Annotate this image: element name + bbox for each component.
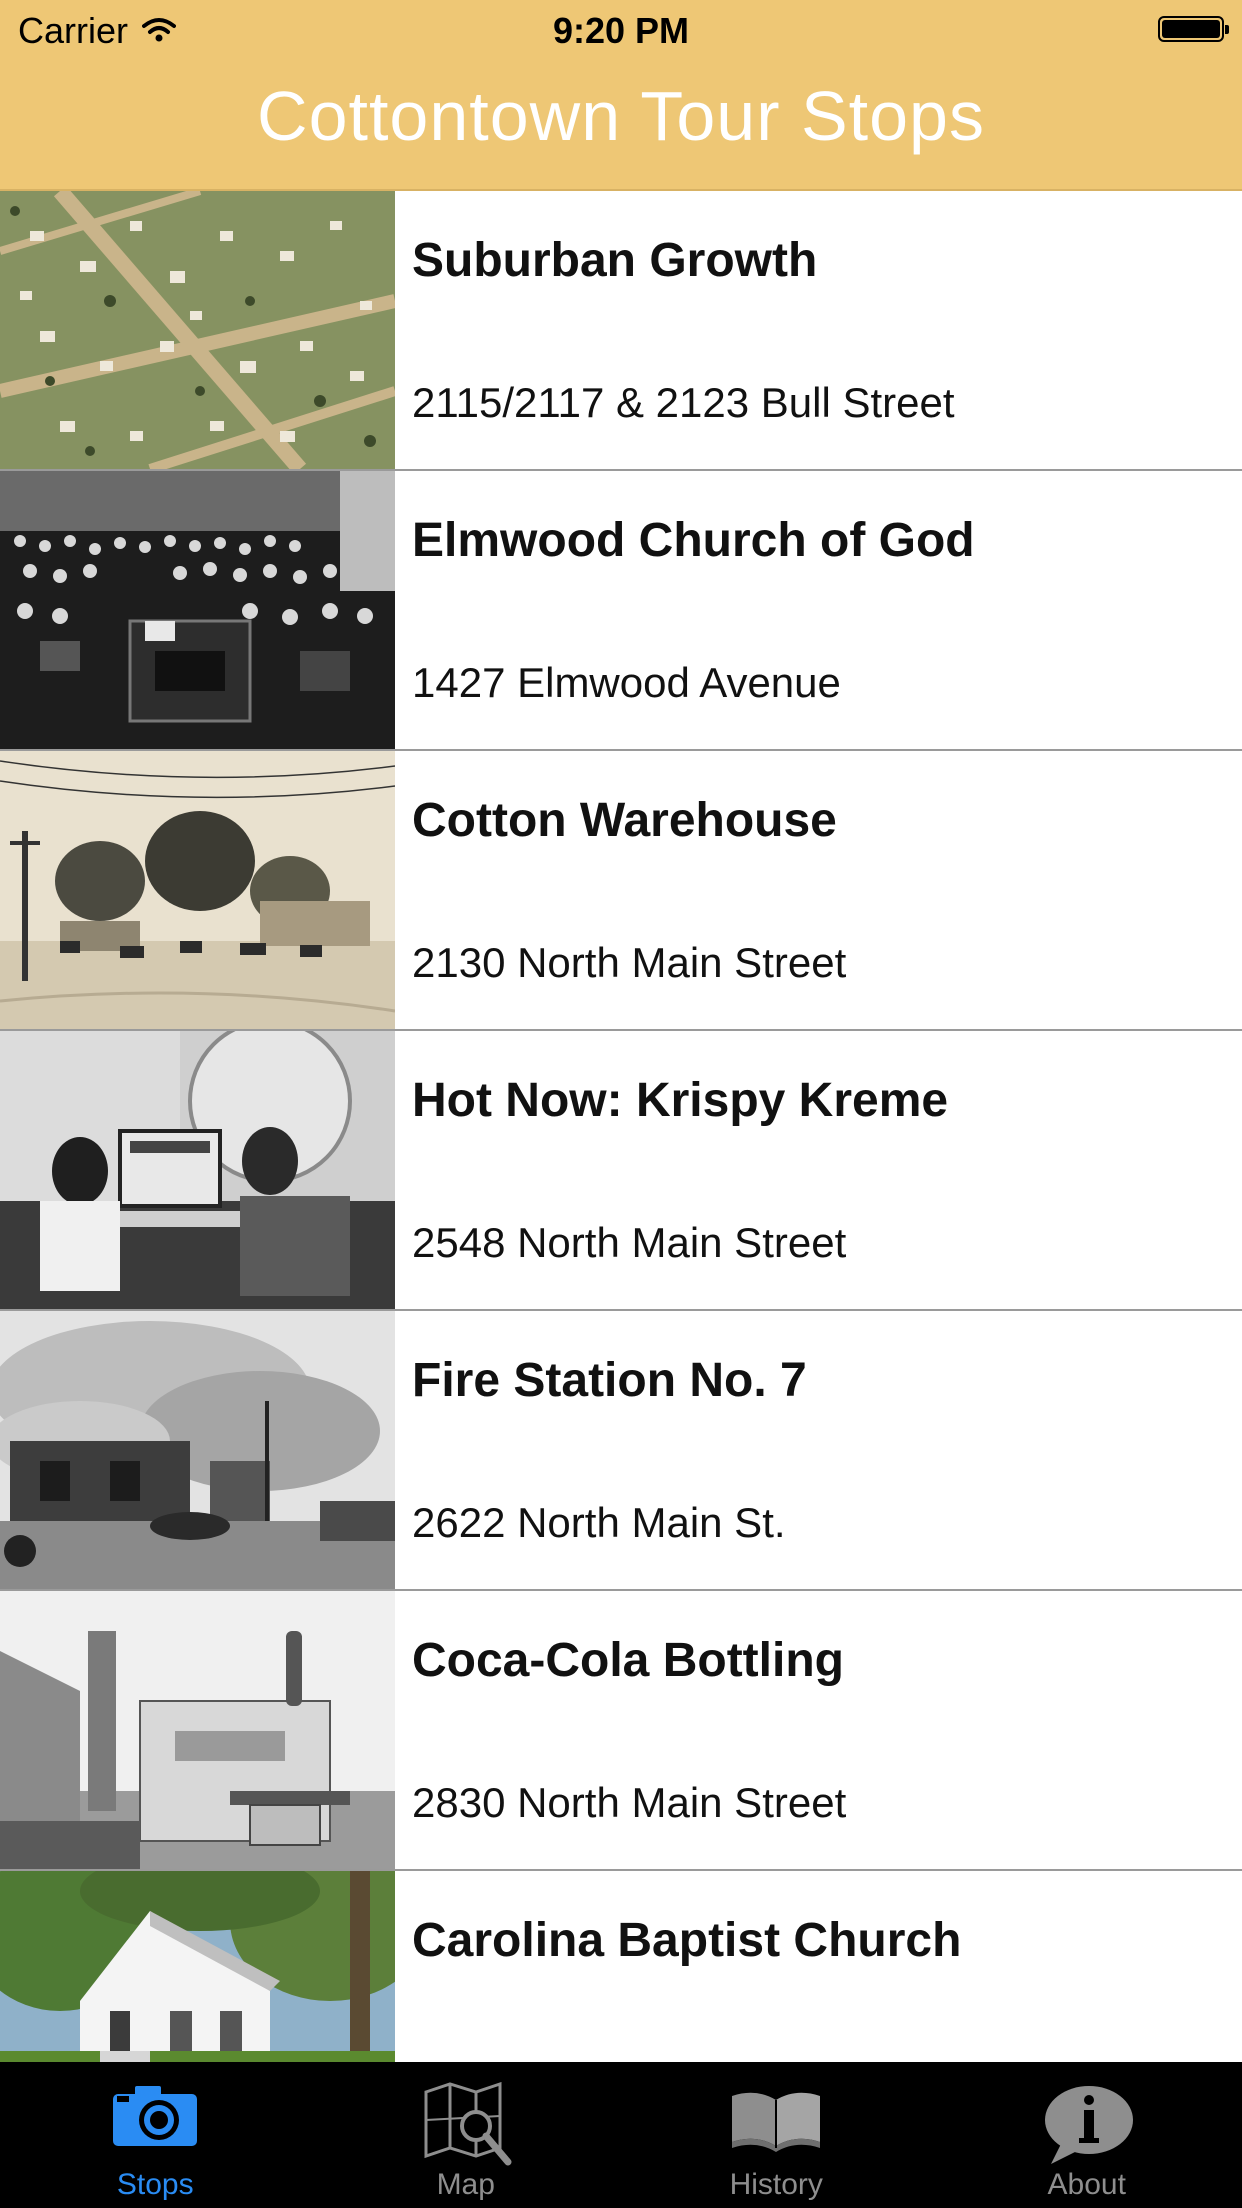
stop-address: 2130 North Main Street	[412, 939, 847, 986]
stop-address: 2548 North Main Street	[412, 1219, 847, 1266]
tab-label: About	[1047, 2168, 1126, 2201]
book-icon	[726, 2082, 826, 2162]
stop-thumbnail	[0, 1031, 395, 1309]
info-bubble-icon	[1039, 2082, 1135, 2174]
stop-row[interactable]: Coca-Cola Bottling 2830 North Main Stree…	[0, 1591, 1242, 1871]
battery-icon	[1158, 16, 1229, 42]
camera-icon	[111, 2082, 199, 2156]
stop-row[interactable]: Elmwood Church of God 1427 Elmwood Avenu…	[0, 471, 1242, 751]
stop-thumbnail	[0, 1311, 395, 1589]
tab-map[interactable]: Map	[311, 2062, 622, 2208]
tab-label: History	[729, 2168, 823, 2201]
tab-stops[interactable]: Stops	[0, 2062, 311, 2208]
stop-address: 2830 North Main Street	[412, 1779, 847, 1826]
status-time: 9:20 PM	[552, 10, 690, 51]
map-search-icon	[420, 2081, 512, 2174]
screen: Carrier 9:20 PM Cottontown Tour Stops Su…	[0, 0, 1242, 2208]
stop-title: Cotton Warehouse	[412, 794, 837, 847]
stop-thumbnail	[0, 471, 395, 749]
stop-address: 1427 Elmwood Avenue	[412, 659, 841, 706]
stop-thumbnail	[0, 191, 395, 469]
tab-history[interactable]: History	[621, 2062, 932, 2208]
stop-thumbnail	[0, 1871, 395, 2062]
stop-row[interactable]: Fire Station No. 7 2622 North Main St.	[0, 1311, 1242, 1591]
stop-address: 2622 North Main St.	[412, 1499, 786, 1546]
stop-thumbnail	[0, 1591, 395, 1869]
stop-title: Carolina Baptist Church	[412, 1914, 962, 1967]
stop-thumbnail	[0, 751, 395, 1029]
tab-bar: Stops Map History About	[0, 2062, 1242, 2208]
stops-list[interactable]: Suburban Growth 2115/2117 & 2123 Bull St…	[0, 191, 1242, 2062]
navigation-bar: Carrier 9:20 PM Cottontown Tour Stops	[0, 0, 1242, 191]
stop-title: Hot Now: Krispy Kreme	[412, 1074, 949, 1127]
stop-title: Elmwood Church of God	[412, 514, 975, 567]
tab-about[interactable]: About	[932, 2062, 1242, 2208]
tab-label: Map	[436, 2168, 495, 2201]
stop-title: Coca-Cola Bottling	[412, 1634, 844, 1687]
stop-row[interactable]: Hot Now: Krispy Kreme 2548 North Main St…	[0, 1031, 1242, 1311]
stop-address: 2115/2117 & 2123 Bull Street	[412, 379, 955, 426]
stop-title: Suburban Growth	[412, 234, 818, 287]
stop-row[interactable]: Suburban Growth 2115/2117 & 2123 Bull St…	[0, 191, 1242, 471]
page-title: Cottontown Tour Stops	[257, 77, 985, 155]
tab-label: Stops	[116, 2168, 194, 2201]
status-bar: Carrier 9:20 PM	[0, 0, 1242, 60]
stop-row[interactable]: Cotton Warehouse 2130 North Main Street	[0, 751, 1242, 1031]
stop-row[interactable]: Carolina Baptist Church	[0, 1871, 1242, 2062]
stop-title: Fire Station No. 7	[412, 1354, 807, 1407]
